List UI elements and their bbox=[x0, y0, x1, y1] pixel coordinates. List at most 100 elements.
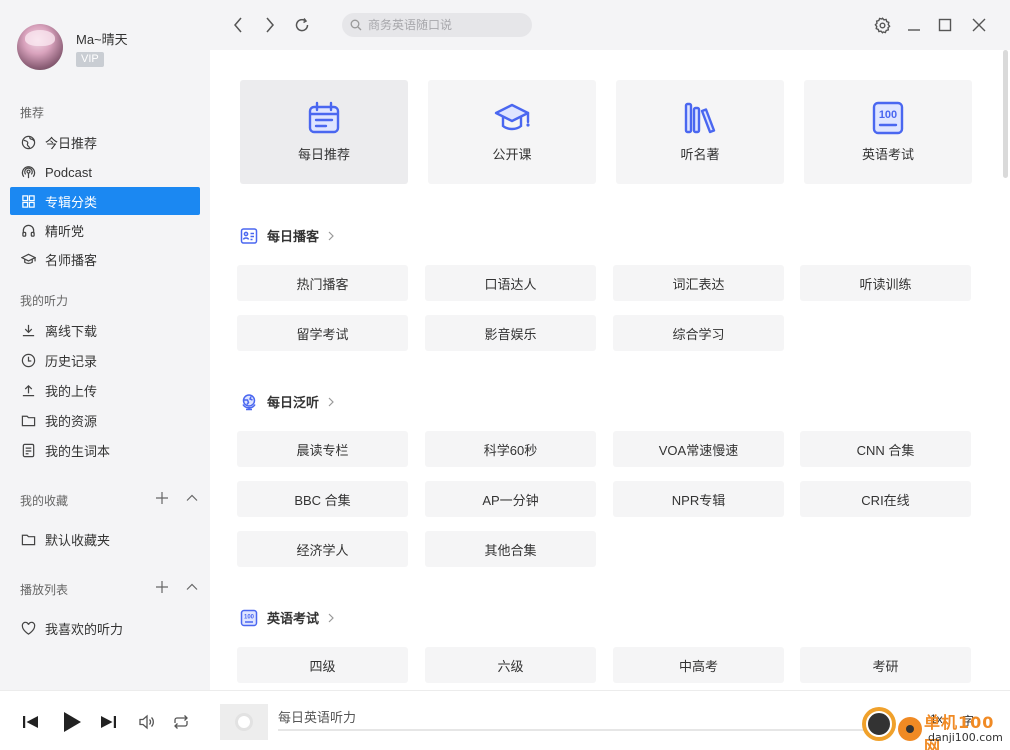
forward-button[interactable] bbox=[260, 15, 280, 35]
sidebar-item-label: 默认收藏夹 bbox=[45, 532, 111, 548]
avatar[interactable] bbox=[17, 24, 63, 70]
category-title: 英语考试 bbox=[267, 611, 320, 626]
graduation-cap-icon bbox=[21, 253, 36, 264]
refresh-icon bbox=[295, 18, 309, 32]
search-box[interactable] bbox=[342, 13, 532, 37]
sidebar-item-label: Podcast bbox=[45, 164, 92, 180]
username: Ma~晴天 bbox=[76, 32, 128, 47]
upload-icon bbox=[22, 384, 35, 396]
previous-button[interactable] bbox=[20, 711, 42, 733]
sidebar-item-offline[interactable]: 离线下载 bbox=[10, 316, 200, 344]
progress-bar[interactable] bbox=[278, 729, 868, 731]
category-item[interactable]: 热门播客 bbox=[237, 265, 408, 301]
play-button[interactable] bbox=[59, 709, 85, 735]
category-item[interactable]: 影音娱乐 bbox=[425, 315, 596, 351]
search-input[interactable] bbox=[368, 18, 518, 32]
category-item[interactable]: 留学考试 bbox=[237, 315, 408, 351]
plus-icon[interactable] bbox=[156, 492, 168, 504]
globe-stand-icon bbox=[242, 393, 256, 410]
category-item[interactable]: 口语达人 bbox=[425, 265, 596, 301]
sidebar-item-resources[interactable]: 我的资源 bbox=[10, 406, 200, 434]
category-item[interactable]: CNN 合集 bbox=[800, 431, 971, 467]
sidebar-item-uploads[interactable]: 我的上传 bbox=[10, 376, 200, 404]
graduation-cap-icon bbox=[494, 103, 530, 131]
category-item[interactable]: 晨读专栏 bbox=[237, 431, 408, 467]
category-item[interactable]: 六级 bbox=[425, 647, 596, 683]
category-item[interactable]: 经济学人 bbox=[237, 531, 408, 567]
category-item[interactable]: 其他合集 bbox=[425, 531, 596, 567]
category-item[interactable]: NPR专辑 bbox=[613, 481, 784, 517]
back-button[interactable] bbox=[228, 15, 248, 35]
user-profile[interactable]: Ma~晴天 VIP bbox=[17, 24, 128, 70]
category-item[interactable]: BBC 合集 bbox=[237, 481, 408, 517]
volume-button[interactable] bbox=[136, 711, 158, 733]
category-item[interactable]: 综合学习 bbox=[613, 315, 784, 351]
plus-icon[interactable] bbox=[156, 581, 168, 593]
score-100-icon: 100 bbox=[872, 101, 904, 135]
feature-english-exam[interactable]: 100 英语考试 bbox=[804, 80, 972, 184]
podcast-icon bbox=[21, 165, 36, 178]
repeat-button[interactable] bbox=[170, 711, 192, 733]
sidebar-item-default-favorites[interactable]: 默认收藏夹 bbox=[10, 525, 200, 553]
scrollbar-thumb[interactable] bbox=[1003, 50, 1008, 178]
chevron-up-icon[interactable] bbox=[186, 492, 198, 504]
clock-icon bbox=[21, 353, 36, 367]
svg-text:100: 100 bbox=[244, 614, 255, 620]
category-item[interactable]: AP一分钟 bbox=[425, 481, 596, 517]
chevron-up-icon[interactable] bbox=[186, 581, 198, 593]
feature-classics[interactable]: 听名著 bbox=[616, 80, 784, 184]
category-item[interactable]: CRI在线 bbox=[800, 481, 971, 517]
maximize-button[interactable] bbox=[935, 15, 955, 35]
sidebar-item-label: 我的上传 bbox=[45, 383, 98, 399]
watermark-url: danji100.com bbox=[928, 731, 1003, 744]
section-title-favorites: 我的收藏 bbox=[20, 494, 69, 508]
feature-open-course[interactable]: 公开课 bbox=[428, 80, 596, 184]
category-item[interactable]: 听读训练 bbox=[800, 265, 971, 301]
category-item[interactable]: 考研 bbox=[800, 647, 971, 683]
category-header-english-exam[interactable]: 100 英语考试 bbox=[240, 608, 336, 627]
category-item[interactable]: 词汇表达 bbox=[613, 265, 784, 301]
category-item[interactable]: 四级 bbox=[237, 647, 408, 683]
next-button[interactable] bbox=[97, 711, 119, 733]
watermark-logo-icon bbox=[898, 717, 922, 741]
sidebar-item-history[interactable]: 历史记录 bbox=[10, 346, 200, 374]
podcast-list-icon bbox=[240, 227, 258, 244]
top-bar bbox=[210, 0, 1010, 50]
close-button[interactable] bbox=[969, 15, 989, 35]
sidebar-item-label: 我的资源 bbox=[45, 413, 98, 429]
watermark-logo-icon bbox=[862, 707, 896, 741]
svg-text:100: 100 bbox=[879, 109, 897, 121]
sidebar-item-liked[interactable]: 我喜欢的听力 bbox=[10, 614, 200, 642]
books-icon bbox=[684, 102, 716, 134]
category-header-daily-extensive[interactable]: 每日泛听 bbox=[240, 392, 336, 411]
section-title-my-listening: 我的听力 bbox=[20, 294, 69, 308]
player-bar: 每日英语听力 1x 字 bbox=[0, 690, 1010, 750]
heart-icon bbox=[21, 621, 36, 635]
scrollbar[interactable] bbox=[1000, 50, 1010, 690]
sidebar-item-intensive[interactable]: 精听党 bbox=[10, 216, 200, 244]
maximize-icon bbox=[938, 18, 952, 32]
vip-badge: VIP bbox=[76, 52, 104, 67]
grid-icon bbox=[22, 194, 35, 208]
settings-button[interactable] bbox=[872, 15, 892, 35]
sidebar-item-teachers[interactable]: 名师播客 bbox=[10, 245, 200, 273]
play-icon bbox=[64, 712, 81, 732]
search-icon bbox=[350, 19, 362, 31]
category-header-daily-podcast[interactable]: 每日播客 bbox=[240, 226, 336, 245]
album-cover[interactable] bbox=[220, 704, 268, 740]
minimize-button[interactable] bbox=[904, 15, 924, 35]
minimize-icon bbox=[908, 29, 920, 31]
sidebar-item-today[interactable]: 今日推荐 bbox=[10, 128, 200, 156]
category-item[interactable]: 中高考 bbox=[613, 647, 784, 683]
refresh-button[interactable] bbox=[292, 15, 312, 35]
feature-daily-recommend[interactable]: 每日推荐 bbox=[240, 80, 408, 184]
sidebar-item-album-category[interactable]: 专辑分类 bbox=[10, 187, 200, 215]
sidebar-item-vocabulary[interactable]: 我的生词本 bbox=[10, 436, 200, 464]
category-item[interactable]: 科学60秒 bbox=[425, 431, 596, 467]
sidebar-item-podcast[interactable]: Podcast bbox=[10, 158, 200, 186]
chevron-right-icon bbox=[328, 397, 334, 406]
feature-label: 每日推荐 bbox=[297, 147, 350, 162]
category-item[interactable]: VOA常速慢速 bbox=[613, 431, 784, 467]
sidebar-item-label: 历史记录 bbox=[45, 353, 98, 369]
volume-icon bbox=[139, 714, 154, 730]
